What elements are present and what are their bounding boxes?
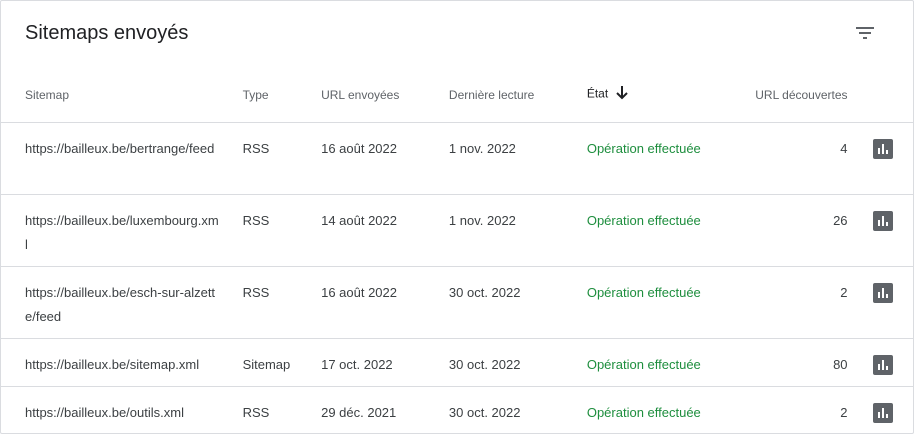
sitemaps-table: Sitemap Type URL envoyées Dernière lectu… <box>1 67 913 434</box>
sitemap-status: Opération effectuée <box>586 266 718 339</box>
table-row[interactable]: https://bailleux.be/sitemap.xml Sitemap … <box>1 338 913 387</box>
sitemap-status: Opération effectuée <box>586 405 701 420</box>
bar-chart-icon[interactable] <box>872 283 893 303</box>
sitemap-type: RSS <box>242 194 322 267</box>
sitemap-url: https://bailleux.be/sitemap.xml <box>25 357 200 372</box>
bar-chart-icon[interactable] <box>872 211 893 231</box>
sitemap-url: https://bailleux.be/luxembourg.xml <box>25 213 219 252</box>
sitemap-url: https://bailleux.be/outils.xml <box>25 405 184 420</box>
column-header-sitemap[interactable]: Sitemap <box>1 67 243 123</box>
sitemap-last-read-date: 1 nov. 2022 <box>448 194 587 267</box>
sitemap-url: https://bailleux.be/bertrange/feed <box>25 141 215 156</box>
arrow-downward-icon <box>615 86 628 103</box>
sitemap-last-read-date: 30 oct. 2022 <box>448 405 521 420</box>
column-header-last-read[interactable]: Dernière lecture <box>448 67 587 123</box>
sitemap-last-read-date: 30 oct. 2022 <box>448 338 587 387</box>
table-row[interactable]: https://bailleux.be/outils.xml RSS 29 dé… <box>1 387 913 434</box>
column-header-state-label: État <box>586 86 609 101</box>
filter-button[interactable] <box>845 17 885 49</box>
sitemap-discovered-count: 4 <box>717 122 848 195</box>
table-row[interactable]: https://bailleux.be/bertrange/feed RSS 1… <box>1 122 913 195</box>
bar-chart-icon[interactable] <box>872 403 893 423</box>
column-header-state[interactable]: État <box>586 67 718 123</box>
sitemap-discovered-count: 2 <box>840 405 848 420</box>
sitemaps-card: Sitemaps envoyés Sitemap Type URL envoyé… <box>0 0 914 434</box>
sitemap-type: RSS <box>242 266 322 339</box>
card-title: Sitemaps envoyés <box>25 22 189 44</box>
column-header-actions <box>847 67 913 123</box>
card-header: Sitemaps envoyés <box>1 1 913 67</box>
sitemap-submitted-date: 29 déc. 2021 <box>321 405 397 420</box>
sitemap-last-read-date: 1 nov. 2022 <box>448 122 587 195</box>
table-header-row: Sitemap Type URL envoyées Dernière lectu… <box>1 67 913 123</box>
sitemap-discovered-count: 80 <box>717 338 848 387</box>
sitemap-url: https://bailleux.be/esch-sur-alzette/fee… <box>25 285 216 324</box>
sitemap-last-read-date: 30 oct. 2022 <box>448 266 587 339</box>
bar-chart-icon[interactable] <box>872 355 893 375</box>
table-row[interactable]: https://bailleux.be/esch-sur-alzette/fee… <box>1 266 913 339</box>
sitemap-submitted-date: 16 août 2022 <box>321 122 449 195</box>
sitemap-status: Opération effectuée <box>586 338 718 387</box>
filter-list-icon <box>856 27 874 39</box>
bar-chart-icon[interactable] <box>872 139 893 159</box>
table-row[interactable]: https://bailleux.be/luxembourg.xml RSS 1… <box>1 194 913 267</box>
sitemap-discovered-count: 2 <box>717 266 848 339</box>
column-header-type[interactable]: Type <box>242 67 322 123</box>
sitemap-status: Opération effectuée <box>586 122 718 195</box>
sitemap-submitted-date: 17 oct. 2022 <box>321 338 449 387</box>
sitemap-discovered-count: 26 <box>717 194 848 267</box>
sitemap-type: RSS <box>242 405 270 420</box>
sitemap-status: Opération effectuée <box>586 194 718 267</box>
sitemap-submitted-date: 16 août 2022 <box>321 266 449 339</box>
sitemap-submitted-date: 14 août 2022 <box>321 194 449 267</box>
sitemap-type: RSS <box>242 122 322 195</box>
column-header-discovered[interactable]: URL découvertes <box>717 67 848 123</box>
sitemap-type: Sitemap <box>242 338 322 387</box>
column-header-url-sent[interactable]: URL envoyées <box>321 67 449 123</box>
